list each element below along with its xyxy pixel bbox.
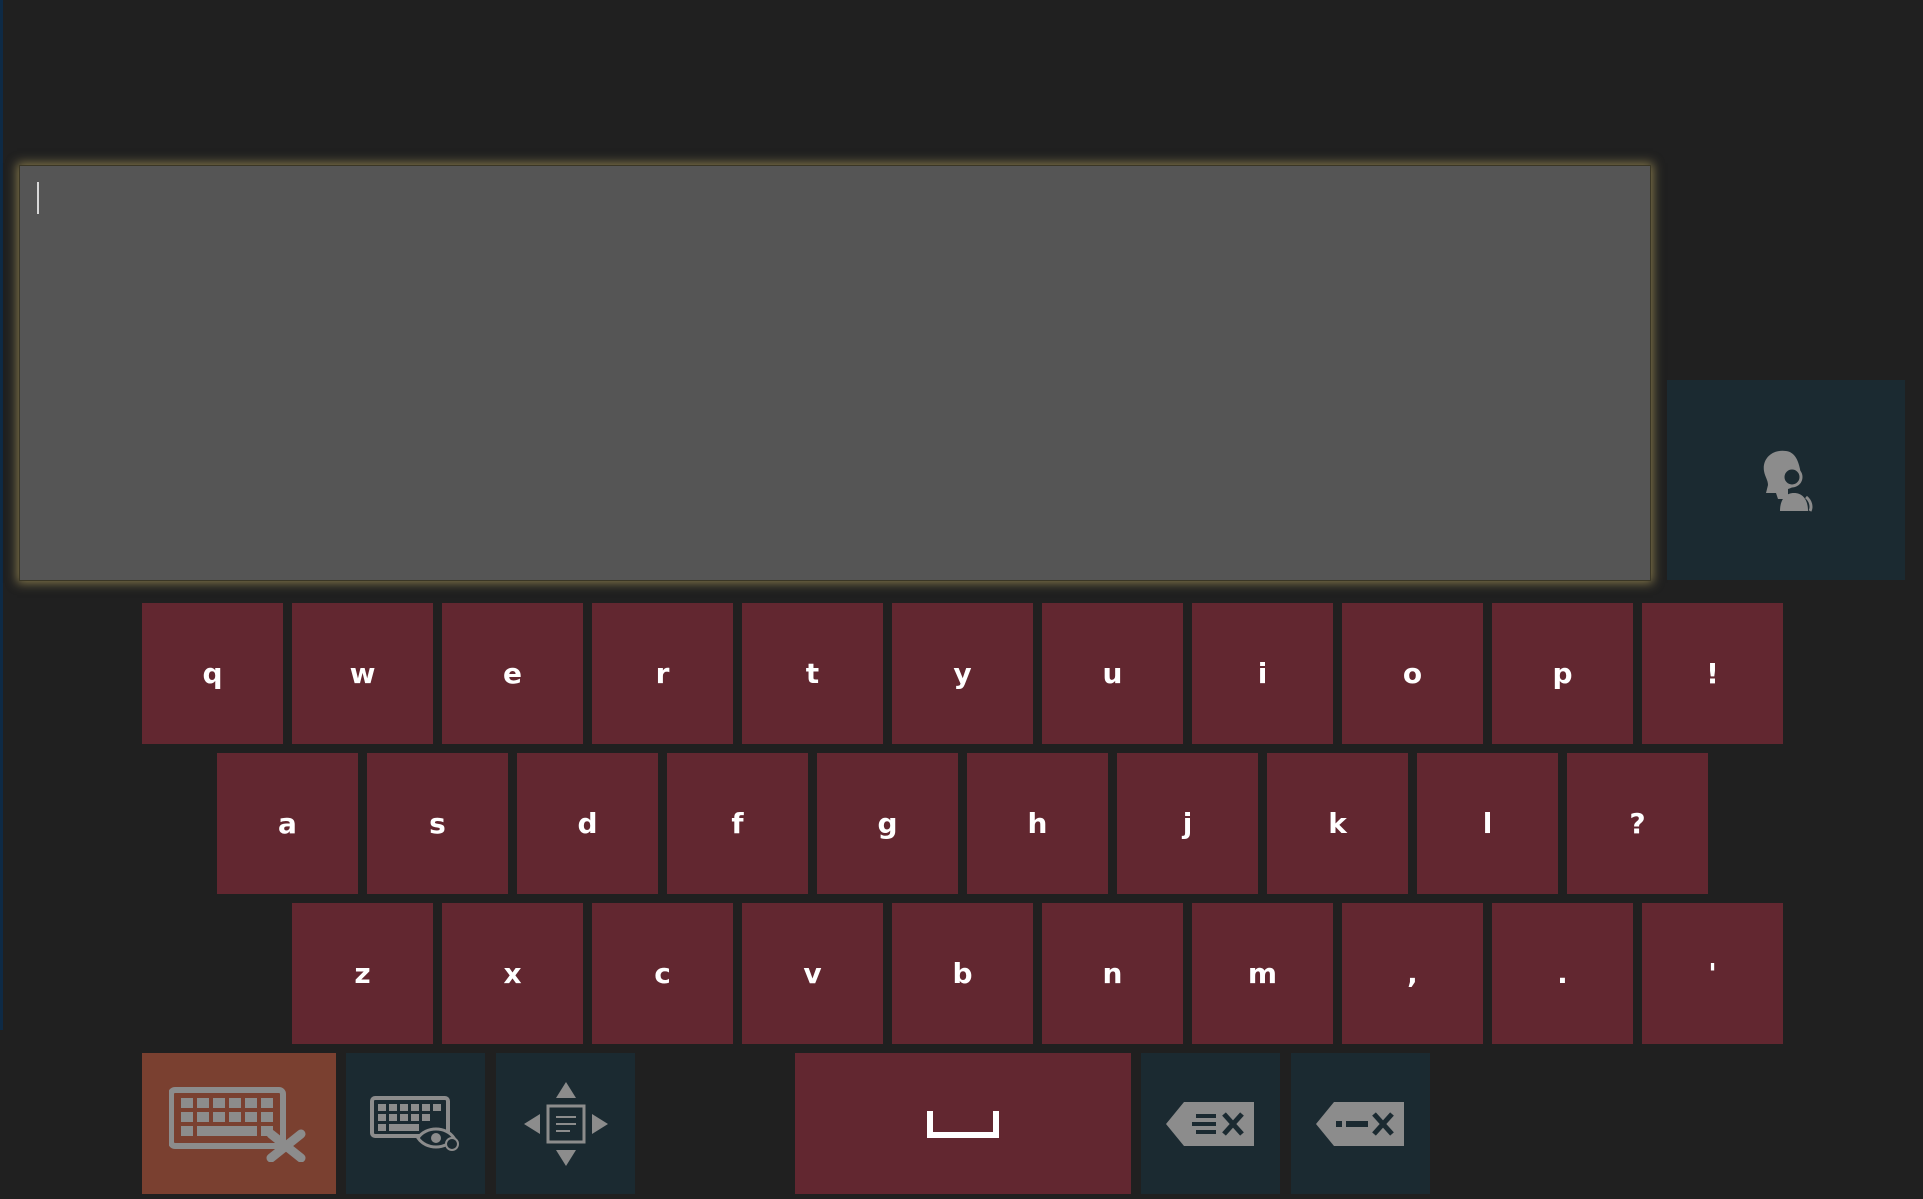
key-z[interactable]: z [292, 903, 433, 1044]
key-u[interactable]: u [1042, 603, 1183, 744]
space-button[interactable] [795, 1053, 1131, 1194]
key-question[interactable]: ? [1567, 753, 1708, 894]
key-h[interactable]: h [967, 753, 1108, 894]
key-j[interactable]: j [1117, 753, 1258, 894]
key-n[interactable]: n [1042, 903, 1183, 1044]
key-period[interactable]: . [1492, 903, 1633, 1044]
four-way-arrows-icon [520, 1078, 612, 1170]
move-keyboard-button[interactable] [496, 1053, 635, 1194]
key-apostrophe[interactable]: ' [1642, 903, 1783, 1044]
key-i[interactable]: i [1192, 603, 1333, 744]
key-d[interactable]: d [517, 753, 658, 894]
key-e[interactable]: e [442, 603, 583, 744]
backspace-char-icon [1314, 1099, 1408, 1149]
key-a[interactable]: a [217, 753, 358, 894]
key-l[interactable]: l [1417, 753, 1558, 894]
text-caret [37, 182, 39, 214]
keyboard-view-button[interactable] [346, 1053, 485, 1194]
key-b[interactable]: b [892, 903, 1033, 1044]
text-input[interactable] [19, 165, 1651, 581]
key-c[interactable]: c [592, 903, 733, 1044]
key-s[interactable]: s [367, 753, 508, 894]
key-r[interactable]: r [592, 603, 733, 744]
key-q[interactable]: q [142, 603, 283, 744]
keyboard-close-icon [169, 1086, 309, 1162]
key-k[interactable]: k [1267, 753, 1408, 894]
key-g[interactable]: g [817, 753, 958, 894]
key-t[interactable]: t [742, 603, 883, 744]
key-v[interactable]: v [742, 903, 883, 1044]
key-p[interactable]: p [1492, 603, 1633, 744]
key-o[interactable]: o [1342, 603, 1483, 744]
key-x[interactable]: x [442, 903, 583, 1044]
delete-char-button[interactable] [1291, 1053, 1430, 1194]
hide-keyboard-button[interactable] [142, 1053, 336, 1194]
delete-word-button[interactable] [1141, 1053, 1280, 1194]
key-w[interactable]: w [292, 603, 433, 744]
window-edge [0, 0, 3, 1030]
key-m[interactable]: m [1192, 903, 1333, 1044]
key-f[interactable]: f [667, 753, 808, 894]
keyboard-eye-icon [369, 1095, 462, 1152]
space-bar-icon [926, 1109, 1000, 1139]
key-comma[interactable]: , [1342, 903, 1483, 1044]
speak-button[interactable] [1667, 380, 1905, 580]
speaking-head-icon [1756, 447, 1816, 513]
backspace-word-icon [1164, 1099, 1258, 1149]
key-exclamation[interactable]: ! [1642, 603, 1783, 744]
key-y[interactable]: y [892, 603, 1033, 744]
